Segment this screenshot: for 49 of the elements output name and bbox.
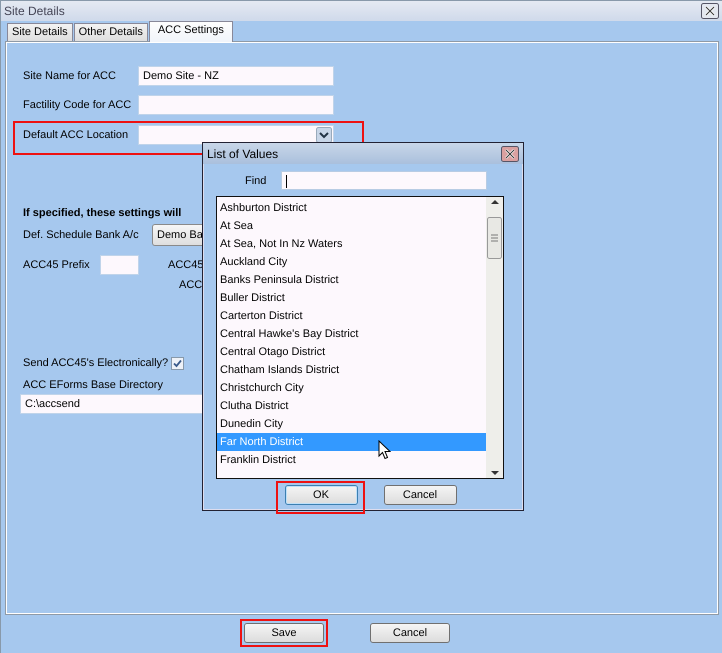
field-label: Default ACC Location (23, 129, 130, 141)
list-item[interactable]: Christchurch City (217, 379, 486, 397)
scroll-down-icon[interactable] (490, 471, 498, 476)
field-label: ACC45 Prefix (23, 259, 91, 271)
cancel-button[interactable]: Cancel (370, 623, 450, 643)
close-icon[interactable] (501, 146, 519, 162)
list-item[interactable]: Clutha District (217, 397, 486, 415)
cancel-button[interactable]: Cancel (384, 485, 456, 505)
field-label: Def. Schedule Bank A/c (23, 229, 140, 241)
dialog-title: List of Values (207, 146, 278, 160)
list-item[interactable]: Buller District (217, 289, 486, 307)
location-dropdown[interactable] (138, 125, 334, 145)
list-item[interactable]: Central Hawke's Bay District (217, 325, 486, 343)
list-item[interactable]: Auckland City (217, 253, 486, 271)
field-label: ACC45 (168, 259, 204, 271)
field-label: ACC (179, 279, 202, 291)
find-label: Find (245, 174, 268, 186)
list-item[interactable]: Ashburton District (217, 199, 486, 217)
field-label: ACC EForms Base Directory (23, 379, 163, 391)
list-item[interactable]: Franklin District (217, 451, 486, 469)
settings-note: If specified, these settings will (23, 207, 182, 219)
scroll-up-icon[interactable] (490, 199, 498, 204)
directory-field[interactable]: C:\accsend (20, 394, 203, 414)
mouse-pointer-icon (378, 440, 391, 460)
list-item[interactable]: Banks Peninsula District (217, 271, 486, 289)
ok-button[interactable]: OK (284, 485, 358, 505)
list-item[interactable]: At Sea (217, 217, 486, 235)
close-icon[interactable] (701, 3, 719, 19)
field-label: Factility Code for ACC (23, 99, 132, 111)
tab[interactable]: Site Details (7, 23, 73, 41)
list-item[interactable]: Carterton District (217, 307, 486, 325)
prefix-field[interactable] (100, 255, 139, 275)
field-label: Send ACC45's Electronically? (23, 357, 170, 369)
list-item[interactable]: Chatham Islands District (217, 361, 486, 379)
window-title: Site Details (4, 4, 65, 18)
bank-dropdown[interactable]: Demo Ba (152, 224, 202, 246)
tab[interactable]: ACC Settings (148, 21, 233, 42)
save-button[interactable]: Save (244, 623, 324, 643)
checkbox[interactable] (171, 356, 184, 370)
list-item[interactable]: At Sea, Not In Nz Waters (217, 235, 486, 253)
field-label: Site Name for ACC (23, 70, 117, 82)
tab[interactable]: Other Details (74, 23, 148, 41)
text-field[interactable] (138, 95, 334, 115)
list-item[interactable]: Central Otago District (217, 343, 486, 361)
list-item[interactable]: Dunedin City (217, 415, 486, 433)
find-field[interactable] (281, 171, 487, 190)
text-field[interactable]: Demo Site - NZ (138, 66, 334, 86)
scrollbar[interactable] (486, 197, 503, 478)
scroll-thumb[interactable] (487, 217, 502, 259)
